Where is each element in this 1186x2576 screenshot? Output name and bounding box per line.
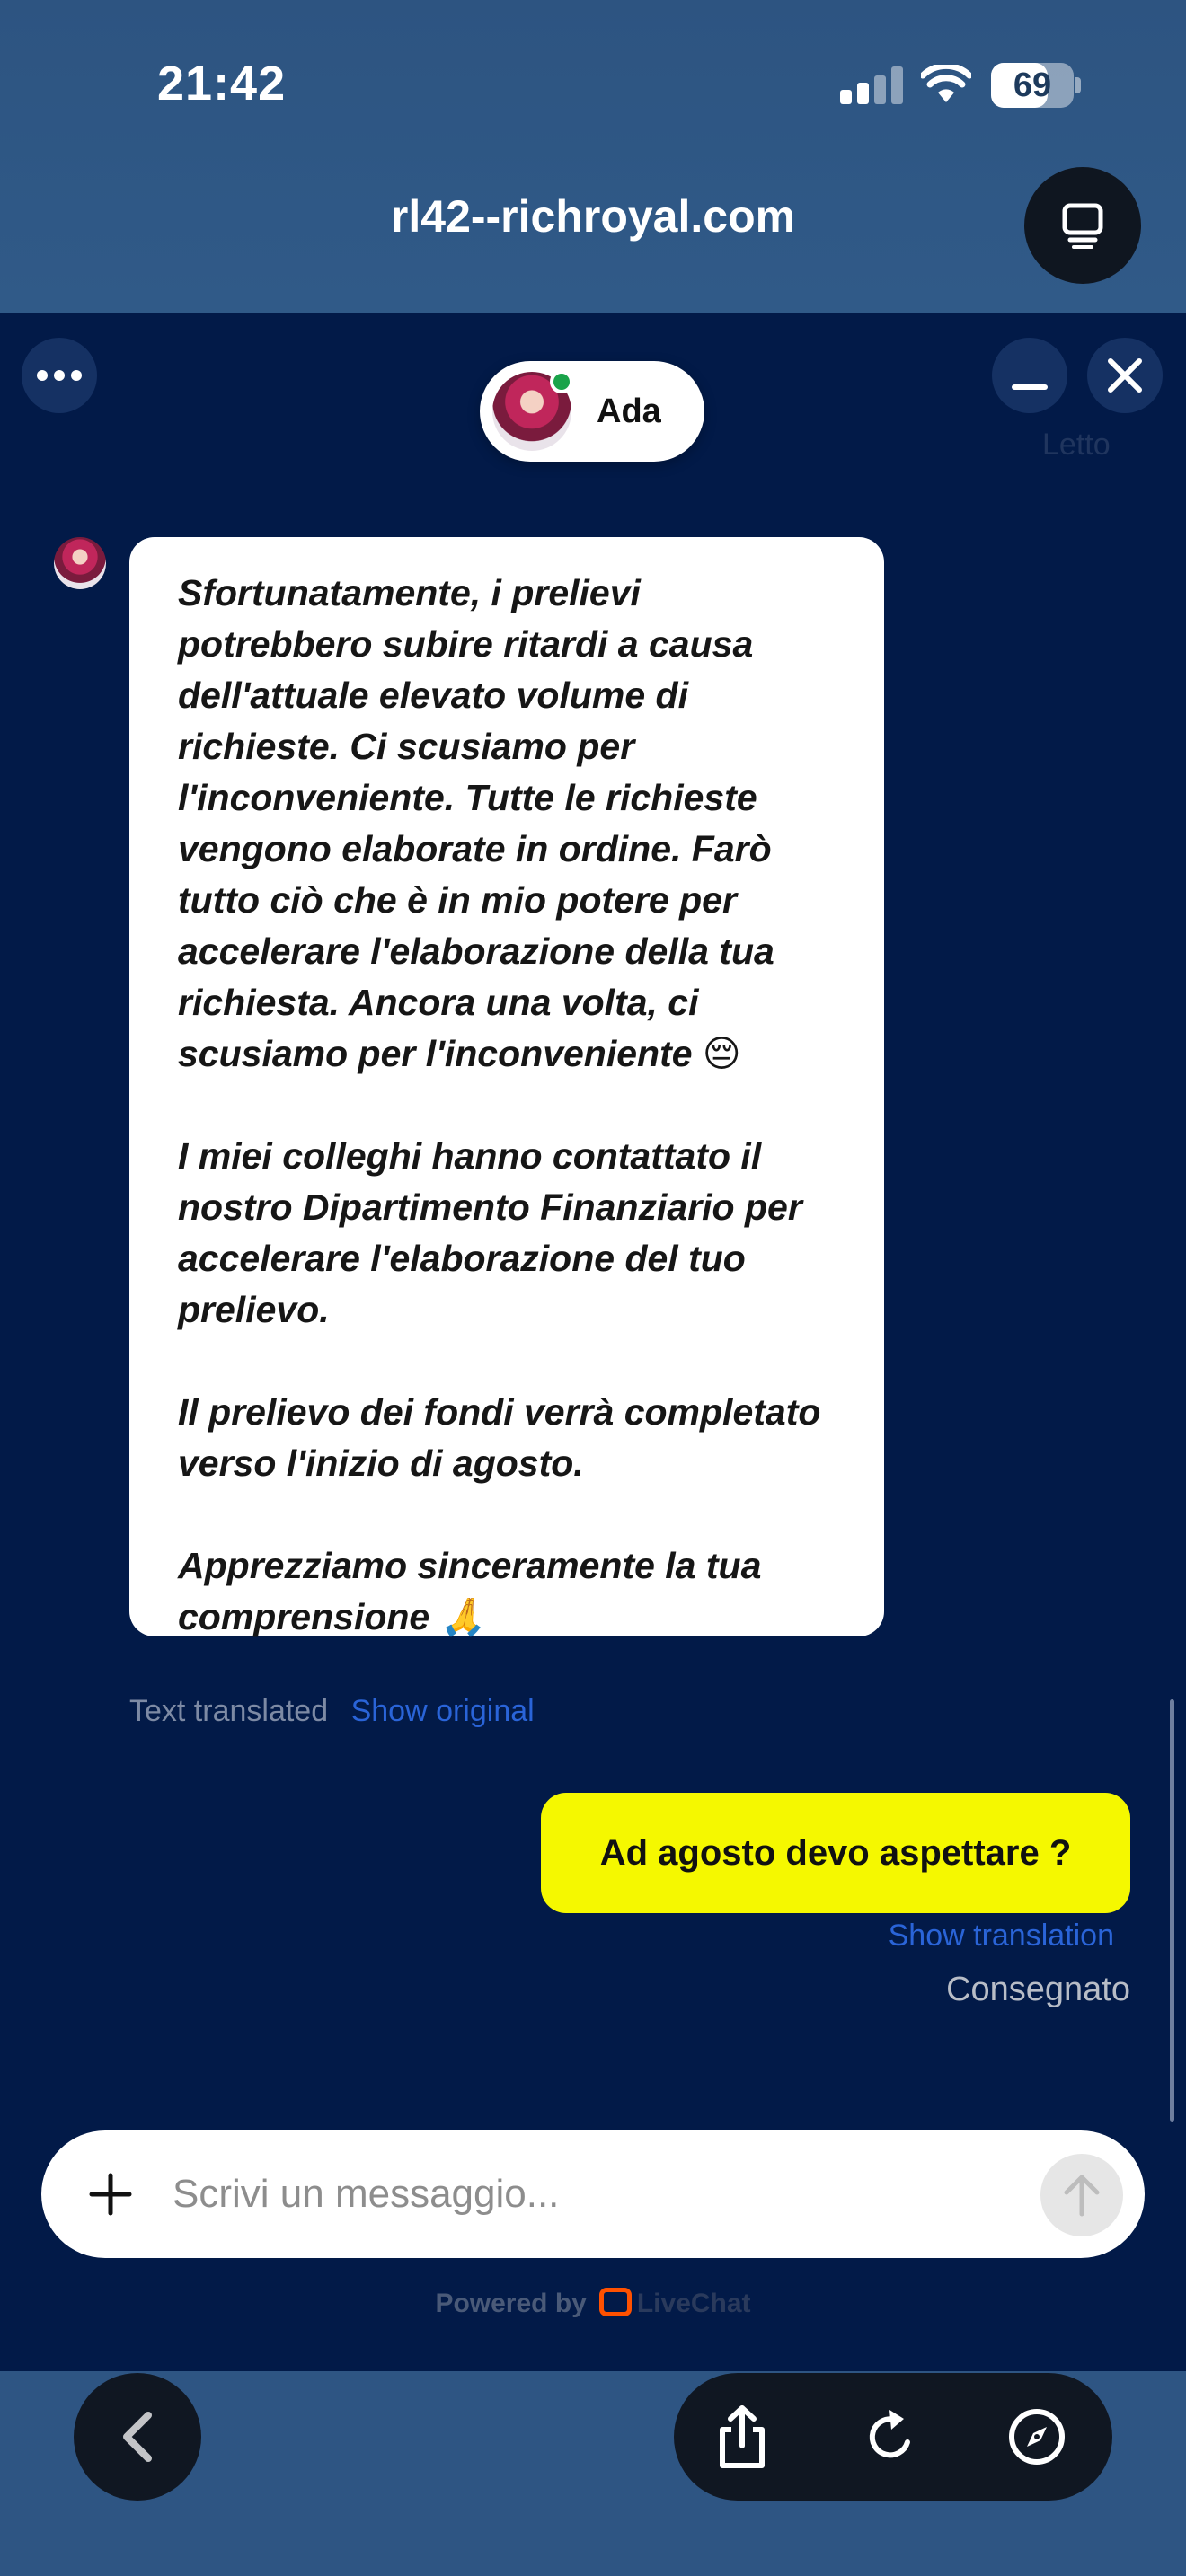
translation-row: Text translated Show original (129, 1694, 535, 1729)
user-message-bubble: Ad agosto devo aspettare ? (541, 1793, 1130, 1913)
agent-name: Ada (597, 393, 661, 430)
share-icon (720, 2405, 765, 2468)
agent-message-paragraph: Sfortunatamente, i prelievi potrebbero s… (178, 572, 785, 1074)
safari-button[interactable] (992, 2392, 1082, 2482)
message-input[interactable] (173, 2130, 981, 2258)
browser-toolbar (674, 2373, 1112, 2501)
close-icon (1108, 358, 1142, 393)
powered-by: Powered by LiveChat (0, 2288, 1186, 2319)
chat-scrollbar[interactable] (1170, 1699, 1174, 2122)
share-button[interactable] (697, 2392, 787, 2482)
reload-icon (869, 2410, 910, 2458)
show-original-link[interactable]: Show original (351, 1694, 535, 1728)
tabs-button[interactable] (1024, 167, 1141, 284)
status-time: 21:42 (157, 57, 287, 110)
browser-top-bar: 21:42 69 rl42--richroyal.com (0, 0, 1186, 313)
powered-by-brand[interactable]: LiveChat (637, 2289, 751, 2318)
more-horizontal-icon (37, 370, 82, 381)
online-status-dot (550, 370, 573, 393)
battery-level: 69 (1013, 66, 1052, 104)
message-agent-avatar (54, 537, 106, 589)
compass-icon (1009, 2409, 1065, 2465)
back-button[interactable] (74, 2373, 201, 2501)
reload-button[interactable] (846, 2392, 936, 2482)
close-button[interactable] (1087, 338, 1163, 413)
show-translation-link[interactable]: Show translation (889, 1919, 1114, 1954)
agent-header: Ada (480, 361, 704, 462)
send-button[interactable] (1040, 2154, 1123, 2236)
livechat-logo-icon (598, 2288, 632, 2317)
agent-message-paragraph: Il prelievo dei fondi verrà completato v… (178, 1391, 831, 1484)
message-composer (41, 2130, 1145, 2258)
battery-icon: 69 (991, 63, 1074, 108)
address-bar-url[interactable]: rl42--richroyal.com (0, 190, 1186, 243)
tabs-icon (1062, 203, 1103, 249)
agent-message-bubble: Sfortunatamente, i prelievi potrebbero s… (129, 537, 884, 1637)
arrow-up-icon (1064, 2175, 1100, 2217)
plus-icon (89, 2173, 132, 2216)
minimize-button[interactable] (992, 338, 1067, 413)
read-receipt: Letto (1042, 428, 1111, 462)
agent-message-paragraph: I miei colleghi hanno contattato il nost… (178, 1135, 813, 1330)
powered-by-label: Powered by (435, 2289, 587, 2318)
minimize-icon (1012, 384, 1048, 390)
text-translated-label: Text translated (129, 1694, 329, 1728)
delivery-status: Consegnato (946, 1971, 1130, 2008)
agent-message-paragraph: Apprezziamo sinceramente la tua comprens… (178, 1545, 772, 1637)
wifi-icon (921, 65, 971, 102)
chat-window: Ada Letto Sfortunatamente, i prelievi po… (0, 313, 1186, 2371)
cellular-signal-icon (840, 65, 903, 104)
chevron-left-icon (123, 2412, 152, 2462)
chat-menu-button[interactable] (22, 338, 97, 413)
attach-button[interactable] (74, 2157, 147, 2231)
battery-cap (1075, 77, 1081, 93)
